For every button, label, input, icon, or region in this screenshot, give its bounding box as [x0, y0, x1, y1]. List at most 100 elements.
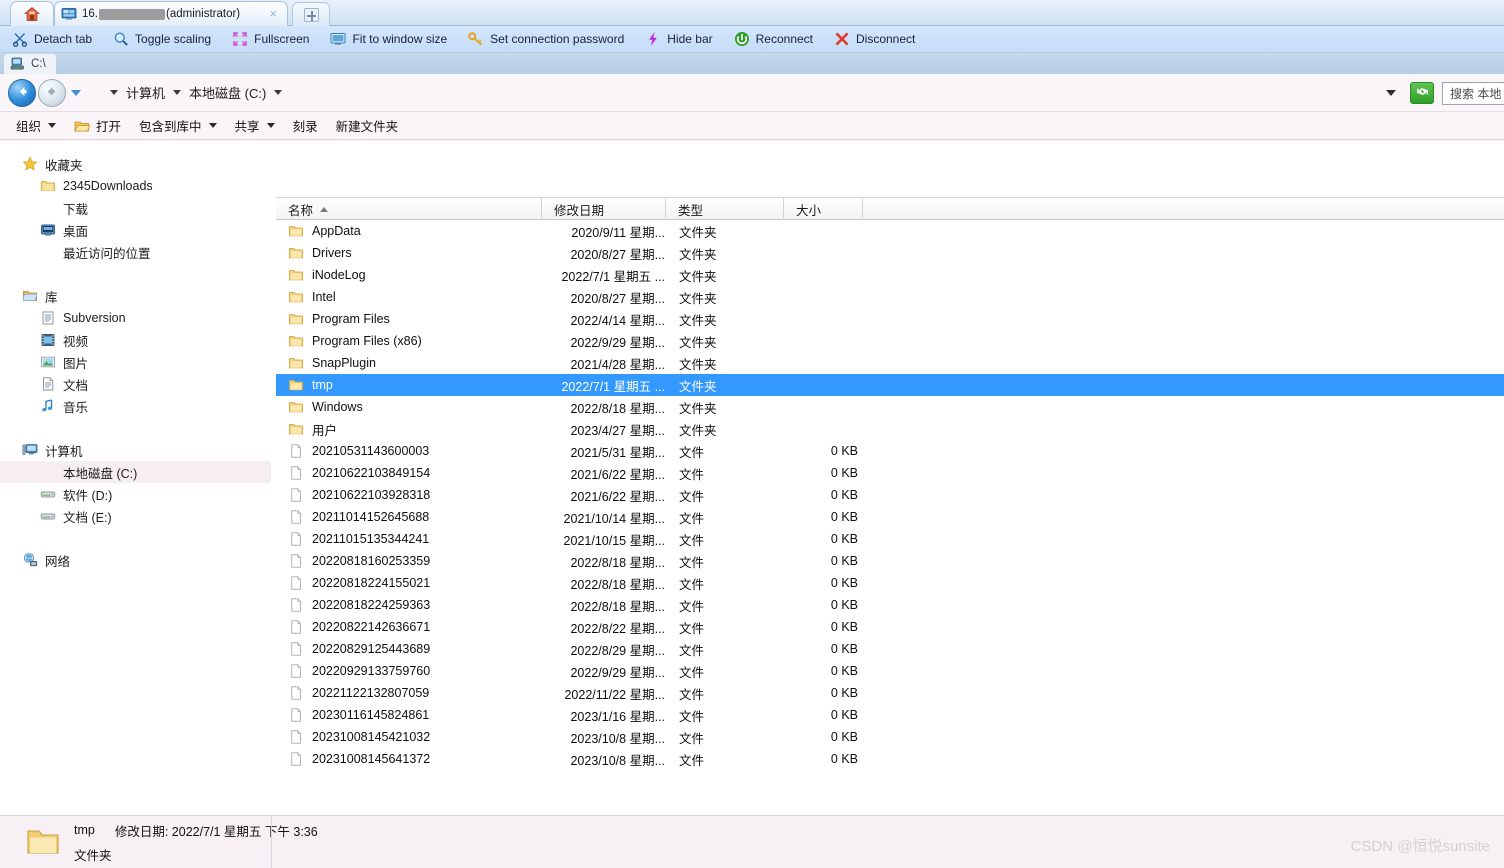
file-icon — [288, 707, 304, 723]
table-row[interactable]: Drivers 2020/8/27 星期... 文件夹 — [276, 242, 1504, 264]
table-row[interactable]: tmp 2022/7/1 星期五 ... 文件夹 — [276, 374, 1504, 396]
back-button[interactable] — [8, 78, 36, 107]
remote-desktop-window: 16. (administrator) × Detach tab Toggle … — [0, 0, 1504, 868]
column-header-name[interactable]: 名称 — [276, 198, 542, 220]
session-tab[interactable]: 16. (administrator) × — [54, 1, 288, 26]
column-header-type[interactable]: 类型 — [666, 198, 784, 220]
file-icon — [288, 531, 304, 547]
disconnect-button[interactable]: Disconnect — [834, 28, 915, 50]
table-row[interactable]: 20210622103849154 2021/6/22 星期... 文件 0 KB — [276, 462, 1504, 484]
chevron-down-icon[interactable] — [110, 90, 118, 95]
table-row[interactable]: iNodeLog 2022/7/1 星期五 ... 文件夹 — [276, 264, 1504, 286]
file-list: AppData 2020/9/11 星期... 文件夹 Drivers 2020/8/2… — [276, 220, 1504, 770]
table-row[interactable]: Intel 2020/8/27 星期... 文件夹 — [276, 286, 1504, 308]
table-row[interactable]: 20230116145824861 2023/1/16 星期... 文件 0 KB — [276, 704, 1504, 726]
cell-size: 0 KB — [830, 576, 858, 590]
table-row[interactable]: 20211015135344241 2021/10/15 星期... 文件 0 KB — [276, 528, 1504, 550]
organize-button[interactable]: 组织 — [16, 115, 57, 137]
sidebar-item-libraries[interactable]: 库 — [0, 285, 271, 307]
search-input[interactable]: 搜索 本地 — [1442, 81, 1504, 105]
sidebar-item-recent-places[interactable]: 最近访问的位置 — [0, 241, 271, 263]
refresh-button[interactable] — [1410, 82, 1434, 104]
close-icon[interactable]: × — [269, 7, 277, 20]
table-row[interactable]: SnapPlugin 2021/4/28 星期... 文件夹 — [276, 352, 1504, 374]
share-button[interactable]: 共享 — [235, 115, 275, 137]
folder-icon — [288, 399, 304, 415]
sidebar-item-music[interactable]: 音乐 — [0, 395, 271, 417]
cell-name: 20231008145641372 — [276, 751, 542, 767]
table-row[interactable]: 20220929133759760 2022/9/29 星期... 文件 0 KB — [276, 660, 1504, 682]
table-row[interactable]: 20221122132807059 2022/11/22 星期... 文件 0 KB — [276, 682, 1504, 704]
table-row[interactable]: 20220822142636671 2022/8/22 星期... 文件 0 KB — [276, 616, 1504, 638]
history-dropdown-icon[interactable] — [71, 89, 81, 96]
sidebar-item-computer[interactable]: 计算机 — [0, 439, 271, 461]
fullscreen-button[interactable]: Fullscreen — [232, 28, 309, 50]
explorer-path-tab[interactable]: C:\ — [4, 54, 56, 74]
sidebar-item-pictures[interactable]: 图片 — [0, 351, 271, 373]
table-row[interactable]: 20231008145641372 2023/10/8 星期... 文件 0 KB — [276, 748, 1504, 770]
table-row[interactable]: 20231008145421032 2023/10/8 星期... 文件 0 KB — [276, 726, 1504, 748]
set-connection-password-button[interactable]: Set connection password — [468, 28, 624, 50]
table-row[interactable]: 20210622103928318 2021/6/22 星期... 文件 0 KB — [276, 484, 1504, 506]
sidebar-item-drive-d[interactable]: 软件 (D:) — [0, 483, 271, 505]
explorer-path-tab-label: C:\ — [31, 58, 46, 70]
include-in-library-button[interactable]: 包含到库中 — [139, 115, 217, 137]
sidebar-label: 文档 (E:) — [63, 510, 112, 525]
toggle-scaling-button[interactable]: Toggle scaling — [113, 28, 211, 50]
home-tab[interactable] — [10, 1, 54, 26]
sidebar-item-videos[interactable]: 视频 — [0, 329, 271, 351]
breadcrumb-item-localdisk[interactable]: 本地磁盘 (C:) — [188, 83, 267, 102]
sidebar-item-subversion[interactable]: Subversion — [0, 307, 271, 329]
file-name: 20230116145824861 — [312, 708, 430, 722]
table-row[interactable]: Program Files (x86) 2022/9/29 星期... 文件夹 — [276, 330, 1504, 352]
table-row[interactable]: 20220829125443689 2022/8/29 星期... 文件 0 KB — [276, 638, 1504, 660]
sidebar-item-drive-e[interactable]: 文档 (E:) — [0, 505, 271, 527]
forward-button[interactable] — [38, 78, 66, 107]
breadcrumb-item-computer[interactable]: 计算机 — [125, 83, 166, 102]
reconnect-button[interactable]: Reconnect — [734, 28, 813, 50]
table-row[interactable]: 20211014152645688 2021/10/14 星期... 文件 0 KB — [276, 506, 1504, 528]
address-dropdown-icon[interactable] — [1386, 90, 1396, 96]
cell-name: Intel — [276, 289, 542, 305]
table-row[interactable]: Program Files 2022/4/14 星期... 文件夹 — [276, 308, 1504, 330]
desktop-icon — [40, 222, 56, 238]
burn-button[interactable]: 刻录 — [293, 115, 318, 137]
sidebar-item-documents[interactable]: 文档 — [0, 373, 271, 395]
table-row[interactable]: 20210531143600003 2021/5/31 星期... 文件 0 KB — [276, 440, 1504, 462]
cell-type: 文件夹 — [679, 335, 717, 350]
sidebar-item-local-disk-c[interactable]: 本地磁盘 (C:) — [0, 461, 271, 483]
cell-type: 文件 — [679, 643, 705, 658]
file-list-pane: 名称 修改日期 类型 大小 AppData 2020/9/11 星期... 文件夹 D… — [271, 141, 1504, 868]
sidebar-item-2345downloads[interactable]: 2345Downloads — [0, 175, 271, 197]
open-button[interactable]: 打开 — [74, 115, 121, 137]
table-row[interactable]: AppData 2020/9/11 星期... 文件夹 — [276, 220, 1504, 242]
table-row[interactable]: 用户 2023/4/27 星期... 文件夹 — [276, 418, 1504, 440]
sidebar-item-favorites[interactable]: 收藏夹 — [0, 153, 271, 175]
chevron-down-icon[interactable] — [173, 90, 182, 95]
column-header-size[interactable]: 大小 — [784, 198, 863, 220]
table-row[interactable]: 20220818160253359 2022/8/18 星期... 文件 0 KB — [276, 550, 1504, 572]
table-row[interactable]: Windows 2022/8/18 星期... 文件夹 — [276, 396, 1504, 418]
sidebar-label: Subversion — [63, 311, 126, 325]
cell-name: 20220822142636671 — [276, 619, 542, 635]
sidebar-label: 本地磁盘 (C:) — [63, 466, 138, 481]
new-folder-button[interactable]: 新建文件夹 — [336, 115, 399, 137]
column-header-size-label: 大小 — [796, 203, 822, 218]
network-icon — [22, 552, 38, 568]
table-row[interactable]: 20220818224259363 2022/8/18 星期... 文件 0 KB — [276, 594, 1504, 616]
table-row[interactable]: 20220818224155021 2022/8/18 星期... 文件 0 KB — [276, 572, 1504, 594]
hide-bar-button[interactable]: Hide bar — [645, 28, 713, 50]
sidebar-item-desktop[interactable]: 桌面 — [0, 219, 271, 241]
chevron-down-icon[interactable] — [274, 90, 283, 95]
tab-strip: 16. (administrator) × — [0, 0, 1504, 26]
fit-to-window-button[interactable]: Fit to window size — [330, 28, 447, 50]
magnifier-icon — [113, 31, 129, 47]
cell-date: 2022/8/18 星期... — [570, 401, 665, 416]
sidebar-item-downloads[interactable]: 下载 — [0, 197, 271, 219]
file-icon — [288, 443, 304, 459]
column-header-date[interactable]: 修改日期 — [542, 198, 666, 220]
sidebar-item-network[interactable]: 网络 — [0, 549, 271, 571]
detach-tab-label: Detach tab — [34, 32, 93, 46]
detach-tab-button[interactable]: Detach tab — [12, 28, 92, 50]
new-tab-button[interactable] — [292, 2, 330, 26]
